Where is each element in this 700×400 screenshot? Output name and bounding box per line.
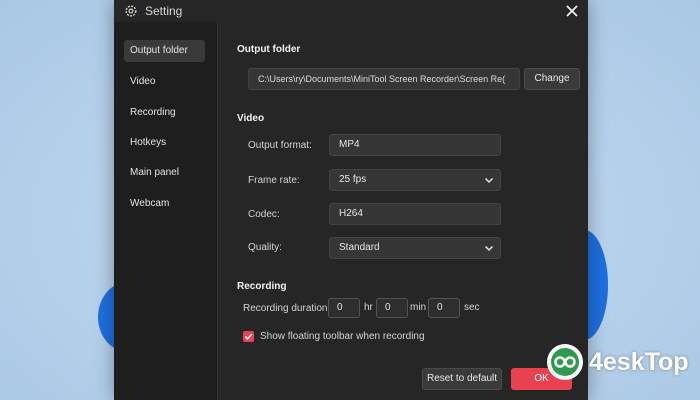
reset-to-default-button[interactable]: Reset to default: [422, 368, 502, 390]
quality-label: Quality:: [248, 242, 282, 253]
output-format-label: Output format:: [248, 140, 312, 151]
sidebar-item-video[interactable]: Video: [124, 71, 205, 93]
video-heading: Video: [237, 113, 265, 124]
change-folder-button[interactable]: Change: [524, 68, 580, 90]
watermark: 4eskTop: [545, 340, 689, 384]
quality-select[interactable]: Standard: [329, 237, 501, 259]
sidebar-item-webcam[interactable]: Webcam: [124, 193, 205, 215]
chevron-down-icon: [484, 245, 494, 252]
hours-unit: hr: [364, 302, 373, 313]
minutes-unit: min: [410, 302, 427, 313]
floating-toolbar-label: Show floating toolbar when recording: [260, 331, 425, 342]
close-icon: [566, 5, 578, 17]
settings-sidebar: Output folder Video Recording Hotkeys Ma…: [114, 22, 218, 400]
checkmark-icon: [244, 333, 253, 340]
gear-icon: [125, 5, 137, 17]
hours-input[interactable]: 0: [328, 298, 360, 318]
quality-value: Standard: [339, 242, 380, 253]
seconds-input[interactable]: 0: [428, 298, 460, 318]
watermark-text: 4eskTop: [589, 347, 689, 376]
close-button[interactable]: [562, 1, 582, 21]
output-path-field[interactable]: C:\Users\ry\Documents\MiniTool Screen Re…: [248, 68, 520, 90]
chevron-down-icon: [484, 177, 494, 184]
floating-toolbar-checkbox[interactable]: [243, 331, 254, 342]
sidebar-item-output-folder[interactable]: Output folder: [124, 40, 205, 62]
sidebar-item-main-panel[interactable]: Main panel: [124, 162, 205, 184]
seconds-unit: sec: [464, 302, 480, 313]
window-title: Setting: [145, 4, 183, 18]
codec-label: Codec:: [248, 209, 280, 220]
watermark-logo-icon: [547, 344, 583, 380]
minutes-input[interactable]: 0: [376, 298, 408, 318]
recording-heading: Recording: [237, 281, 287, 292]
sidebar-item-recording[interactable]: Recording: [124, 102, 205, 124]
frame-rate-value: 25 fps: [339, 174, 367, 185]
codec-field[interactable]: H264: [329, 203, 501, 225]
sidebar-item-hotkeys[interactable]: Hotkeys: [124, 132, 205, 154]
frame-rate-select[interactable]: 25 fps: [329, 169, 501, 191]
output-format-field[interactable]: MP4: [329, 134, 501, 156]
frame-rate-label: Frame rate:: [248, 175, 300, 186]
output-folder-heading: Output folder: [237, 44, 301, 55]
recording-duration-label: Recording duration: [243, 303, 328, 314]
title-bar: Setting: [114, 0, 588, 22]
